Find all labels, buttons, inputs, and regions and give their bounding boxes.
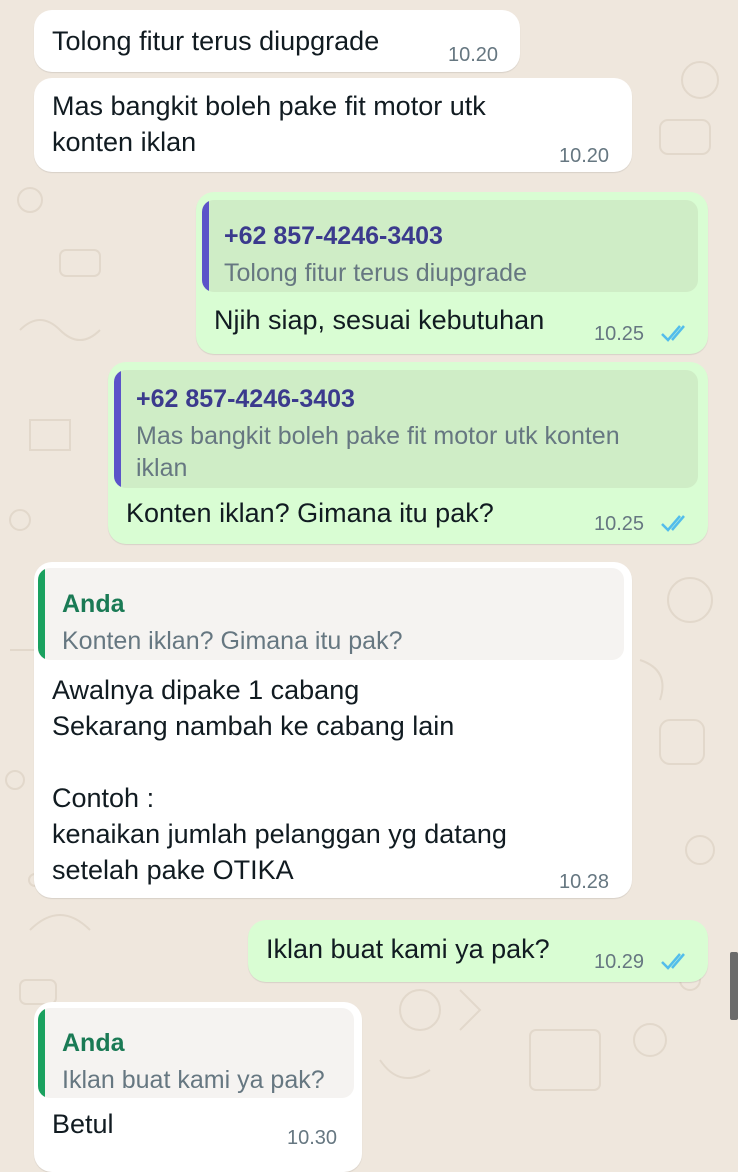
message-text: Iklan buat kami ya pak?	[266, 934, 550, 964]
message-bubble-outgoing[interactable]: Iklan buat kami ya pak? 10.29	[248, 920, 708, 982]
quoted-message[interactable]: Anda Iklan buat kami ya pak?	[38, 1008, 354, 1098]
quote-text: Tolong fitur terus diupgrade	[224, 259, 527, 287]
message-time: 10.20	[559, 145, 610, 167]
message-text: Tolong fitur terus diupgrade	[52, 26, 380, 56]
message-time: 10.30	[287, 1127, 338, 1149]
message-time: 10.28	[559, 871, 610, 893]
message-bubble-incoming[interactable]: Mas bangkit boleh pake fit motor utk kon…	[34, 78, 632, 172]
message-time: 10.20	[448, 44, 499, 66]
quote-text: Iklan buat kami ya pak?	[62, 1066, 325, 1094]
message-time: 10.29	[594, 951, 645, 973]
quote-author: +62 857-4246-3403	[136, 385, 355, 413]
message-time: 10.25	[594, 323, 645, 345]
quote-bar	[38, 1008, 45, 1098]
message-text: Awalnya dipake 1 cabang Sekarang nambah …	[52, 675, 507, 885]
quote-author: Anda	[62, 1029, 125, 1057]
quote-text: Konten iklan? Gimana itu pak?	[62, 627, 403, 655]
message-text: Mas bangkit boleh pake fit motor utk kon…	[52, 91, 486, 157]
quote-author: Anda	[62, 590, 125, 618]
chat-message-list[interactable]: Tolong fitur terus diupgrade 10.20 Mas b…	[0, 0, 738, 1172]
quote-author: +62 857-4246-3403	[224, 222, 443, 250]
quote-bar	[202, 200, 209, 292]
quoted-message[interactable]: +62 857-4246-3403 Mas bangkit boleh pake…	[114, 370, 698, 488]
message-text: Konten iklan? Gimana itu pak?	[126, 498, 494, 528]
message-bubble-incoming[interactable]: Tolong fitur terus diupgrade 10.20	[34, 10, 520, 72]
double-check-icon	[661, 325, 685, 342]
quote-bar	[114, 370, 121, 488]
message-bubble-incoming[interactable]: Anda Iklan buat kami ya pak? Betul 10.30	[34, 1002, 362, 1172]
message-time: 10.25	[594, 513, 645, 535]
double-check-icon	[661, 515, 685, 532]
message-bubble-outgoing[interactable]: +62 857-4246-3403 Mas bangkit boleh pake…	[108, 362, 708, 544]
double-check-icon	[661, 953, 685, 970]
quote-text: Mas bangkit boleh pake fit motor utk kon…	[136, 422, 620, 482]
quote-bar	[38, 568, 45, 660]
message-bubble-outgoing[interactable]: +62 857-4246-3403 Tolong fitur terus diu…	[196, 192, 708, 354]
message-text: Betul	[52, 1109, 114, 1139]
message-bubble-incoming[interactable]: Anda Konten iklan? Gimana itu pak? Awaln…	[34, 562, 632, 898]
quoted-message[interactable]: Anda Konten iklan? Gimana itu pak?	[38, 568, 624, 660]
quoted-message[interactable]: +62 857-4246-3403 Tolong fitur terus diu…	[202, 200, 698, 292]
message-text: Njih siap, sesuai kebutuhan	[214, 305, 545, 335]
